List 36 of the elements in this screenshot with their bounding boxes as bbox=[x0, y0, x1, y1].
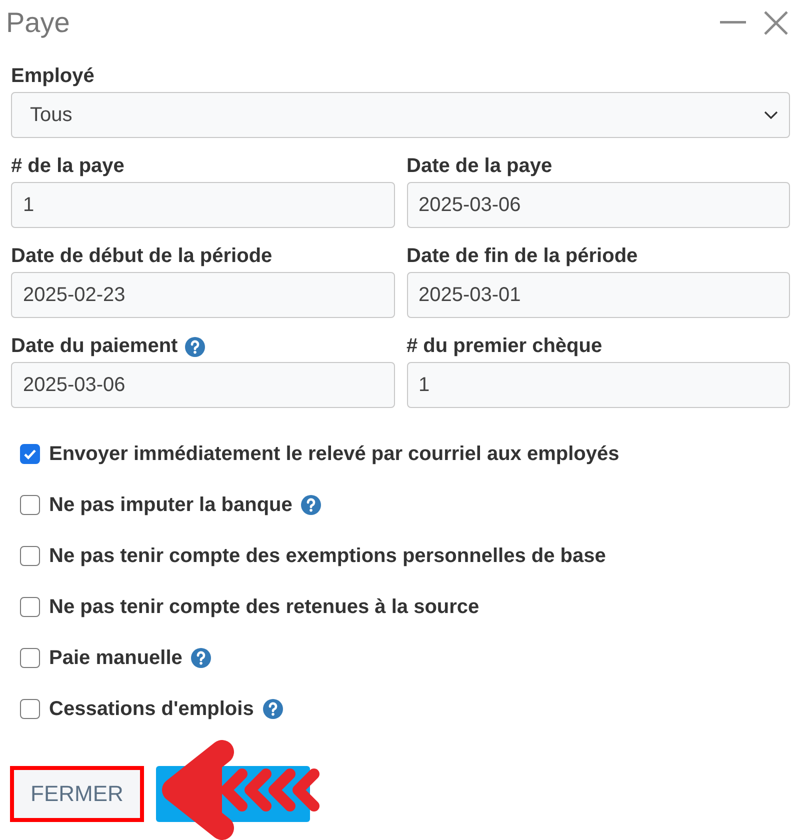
checkbox[interactable] bbox=[20, 444, 40, 464]
checkbox-label: Paie manuelle bbox=[49, 646, 182, 670]
close-button[interactable]: FERMER bbox=[10, 766, 144, 822]
field-label: Date de début de la période bbox=[11, 244, 272, 268]
input-field[interactable]: 1 bbox=[11, 182, 394, 228]
input-field[interactable]: 2025-02-23 bbox=[11, 272, 394, 318]
minimize-icon[interactable] bbox=[720, 21, 746, 25]
checkbox-label: Ne pas imputer la banque bbox=[49, 494, 292, 516]
checkbox-label: Envoyer immédiatement le relevé par courriel aux employés bbox=[49, 442, 620, 466]
checkbox-label: Ne pas tenir compte des exemptions personnelles de base bbox=[49, 544, 606, 568]
checkbox[interactable] bbox=[20, 699, 40, 719]
help-icon[interactable] bbox=[301, 495, 322, 515]
input-field[interactable]: 2025-03-01 bbox=[406, 272, 790, 318]
checkmark-icon bbox=[23, 447, 37, 461]
help-icon[interactable] bbox=[184, 337, 205, 357]
help-icon[interactable] bbox=[262, 699, 283, 719]
checkbox-label: Ne pas tenir compte des retenues à la source bbox=[49, 596, 480, 618]
employee-select[interactable]: Tous bbox=[11, 92, 790, 138]
field-label: Date de fin de la période bbox=[406, 244, 638, 268]
field-label: # de la paye bbox=[11, 154, 124, 178]
field-label: Date du paiement bbox=[11, 334, 178, 358]
help-icon[interactable] bbox=[191, 648, 212, 668]
input-field[interactable]: 1 bbox=[406, 362, 790, 408]
field-label: Date de la paye bbox=[406, 154, 552, 178]
input-field[interactable]: 2025-03-06 bbox=[406, 182, 790, 228]
close-icon[interactable] bbox=[764, 11, 788, 35]
field-label: # du premier chèque bbox=[406, 334, 602, 358]
checkbox-label: Cessations d'emplois bbox=[49, 698, 254, 720]
checkbox[interactable] bbox=[20, 597, 40, 617]
input-field[interactable]: 2025-03-06 bbox=[11, 362, 394, 408]
field-label: Employé bbox=[11, 64, 96, 88]
chevron-down-icon bbox=[764, 111, 778, 119]
window-title: Paye bbox=[6, 7, 70, 39]
checkbox[interactable] bbox=[20, 546, 40, 566]
checkbox[interactable] bbox=[20, 495, 40, 515]
checkbox[interactable] bbox=[20, 648, 40, 668]
